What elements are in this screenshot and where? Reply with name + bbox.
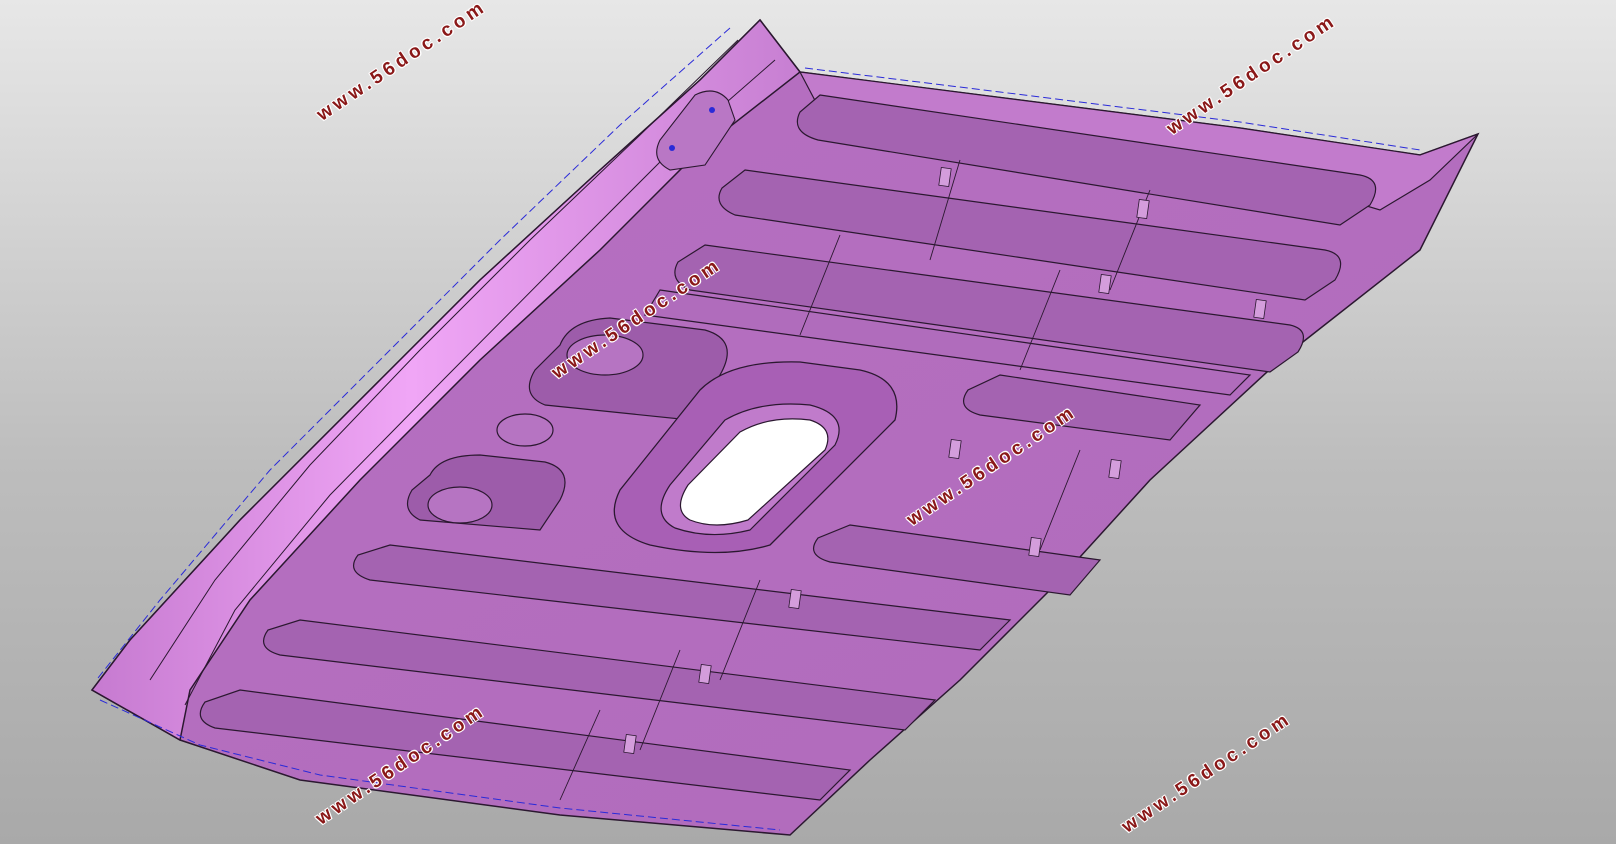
sheet-metal-floor-panel-model[interactable] — [0, 0, 1616, 844]
pocket-lower-left-dimple — [427, 486, 493, 524]
pocket-mid-left-dimple — [496, 413, 554, 447]
mounting-hole-1 — [669, 145, 675, 151]
mounting-hole-2 — [709, 107, 715, 113]
cad-3d-viewport[interactable]: www.56doc.com www.56doc.com www.56doc.co… — [0, 0, 1616, 844]
